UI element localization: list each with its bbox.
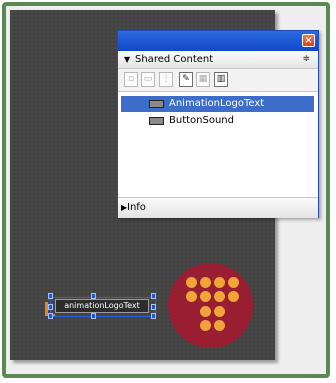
button-dot [228, 277, 239, 288]
button-dot [214, 320, 225, 331]
panel-header[interactable]: ▼ Shared Content ≑ [118, 51, 318, 69]
symbol-icon [149, 100, 164, 108]
resize-handle[interactable] [48, 304, 53, 310]
button-dot [228, 291, 239, 302]
button-dot [186, 291, 197, 302]
list-item[interactable]: ButtonSound [121, 113, 314, 129]
library-icon[interactable]: ▦ [196, 72, 210, 87]
resize-handle[interactable] [48, 313, 53, 319]
list-item-label: ButtonSound [169, 115, 234, 126]
properties-icon[interactable]: ⋮ [159, 72, 173, 87]
list-item[interactable]: AnimationLogoText [121, 96, 314, 112]
panel-menu-icon[interactable]: ≑ [302, 51, 310, 68]
text-object[interactable]: animationLogoText [48, 293, 156, 319]
button-dot [200, 320, 211, 331]
edit-icon[interactable]: ✎ [179, 72, 193, 87]
panel-toolbar: ▫ ▭ ⋮ ✎ ▦ ▥ [118, 69, 318, 92]
shared-content-panel: × ▼ Shared Content ≑ ▫ ▭ ⋮ ✎ ▦ ▥ Animati… [117, 30, 319, 218]
button-dot [186, 277, 197, 288]
text-object-label: animationLogoText [55, 299, 149, 313]
info-label: Info [127, 202, 146, 213]
resize-handle[interactable] [151, 313, 156, 319]
symbol-icon [149, 117, 164, 125]
trash-icon[interactable]: ▥ [214, 72, 228, 87]
button-dot [200, 277, 211, 288]
info-section[interactable]: ▶ Info [118, 197, 318, 218]
button-dot [214, 291, 225, 302]
resize-handle[interactable] [48, 293, 53, 299]
shared-content-list: AnimationLogoText ButtonSound [118, 92, 318, 195]
folder-icon[interactable]: ▭ [141, 72, 155, 87]
button-dot [200, 291, 211, 302]
list-item-label: AnimationLogoText [169, 98, 265, 109]
resize-handle[interactable] [91, 313, 96, 319]
close-button[interactable]: × [302, 34, 315, 47]
panel-titlebar[interactable]: × [118, 31, 318, 51]
button-dot [214, 277, 225, 288]
resize-handle[interactable] [151, 293, 156, 299]
resize-handle[interactable] [151, 304, 156, 310]
resize-handle[interactable] [91, 293, 96, 299]
collapse-triangle-icon[interactable]: ▼ [124, 51, 130, 68]
button-dot [214, 306, 225, 317]
button-graphic[interactable] [168, 263, 253, 348]
new-symbol-icon[interactable]: ▫ [124, 72, 138, 87]
button-dot [200, 306, 211, 317]
panel-title: Shared Content [135, 54, 214, 65]
